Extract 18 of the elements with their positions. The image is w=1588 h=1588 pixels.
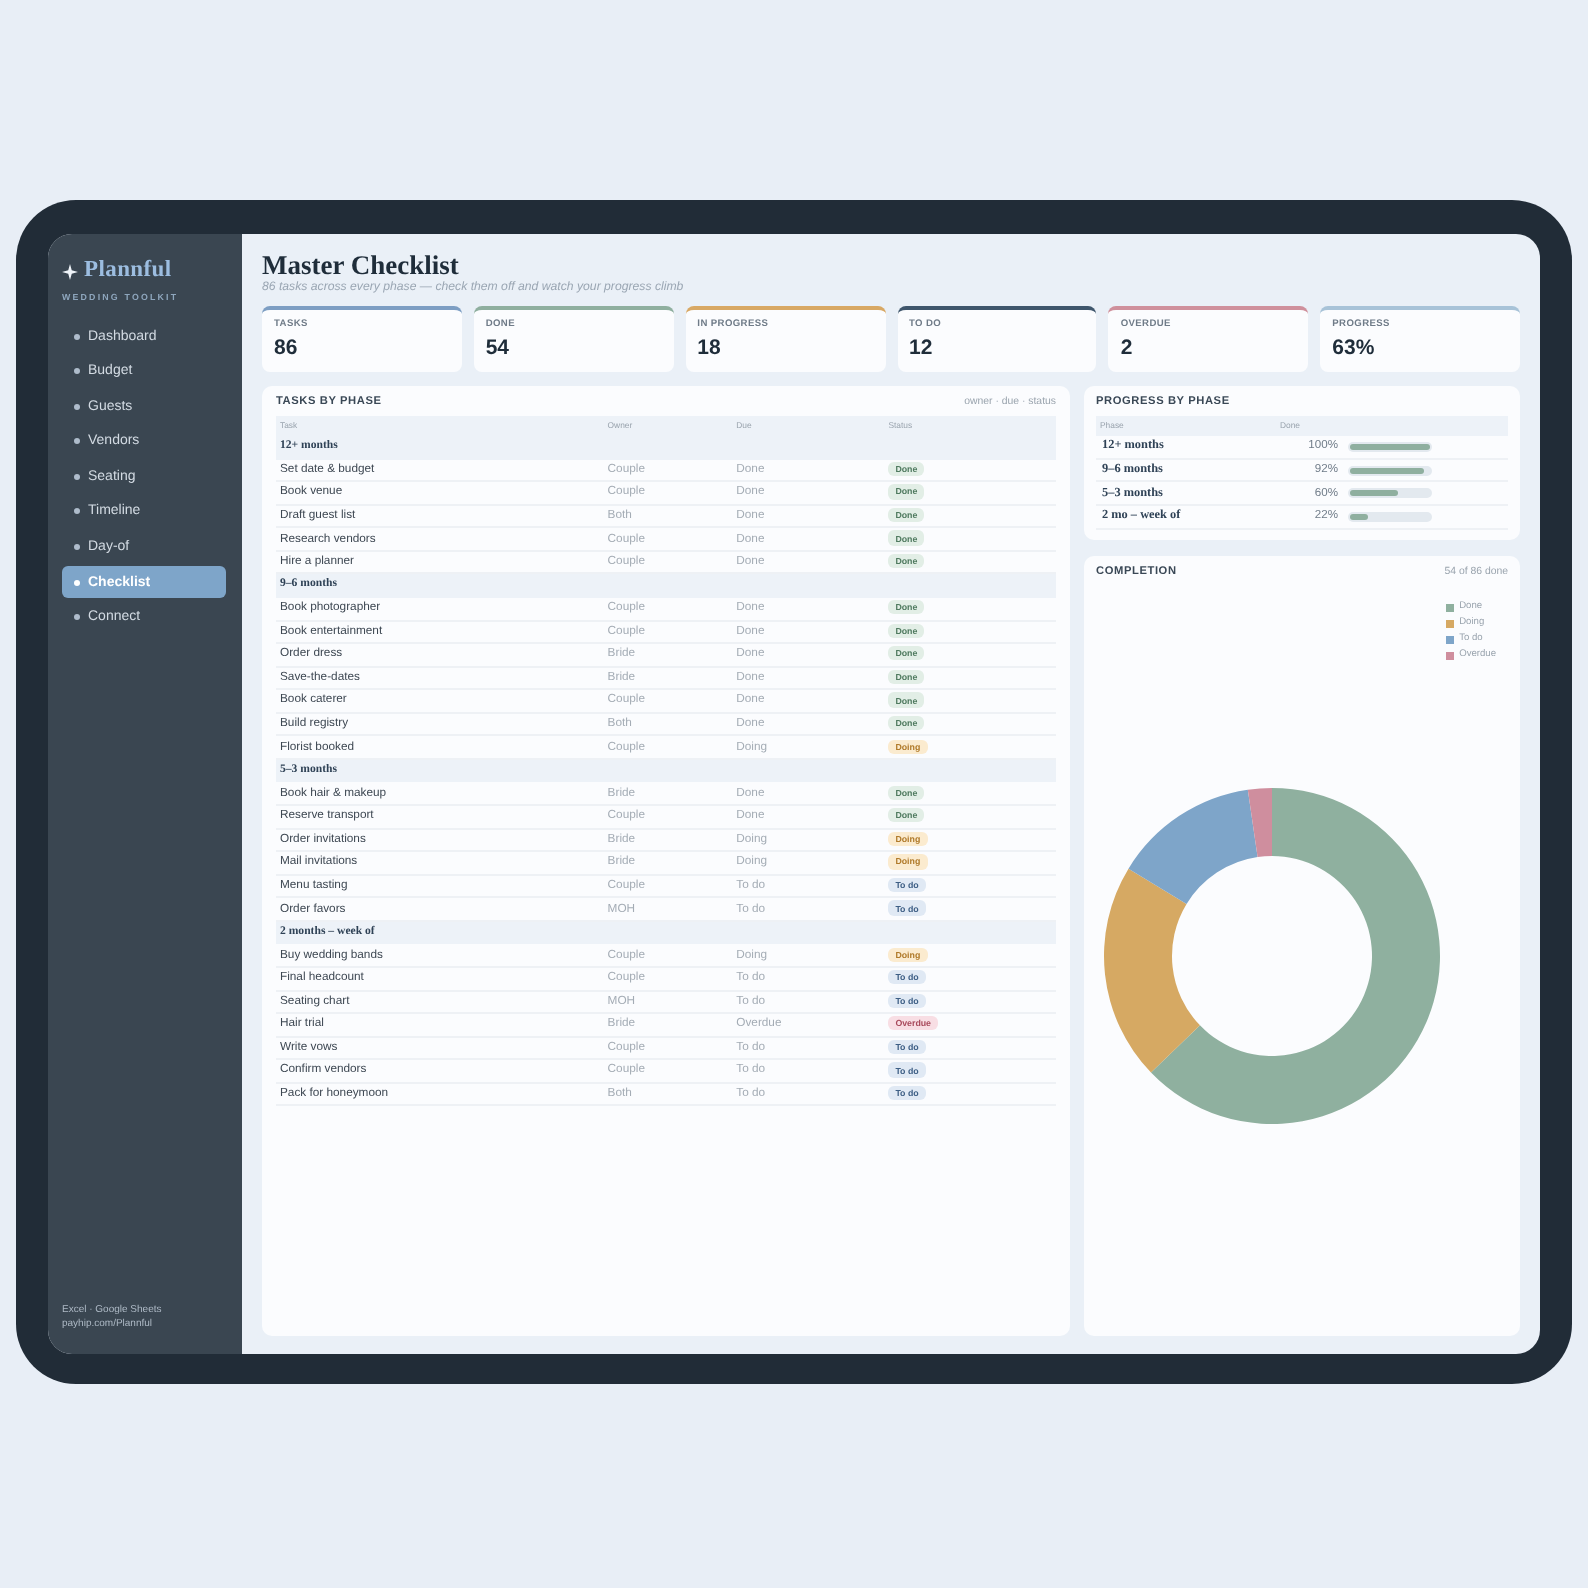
dot-icon bbox=[74, 544, 80, 551]
stat-value: 54 bbox=[485, 336, 512, 362]
stat-value: 63% bbox=[1332, 336, 1377, 362]
dot-icon bbox=[74, 368, 80, 375]
stat-value: 86 bbox=[274, 336, 300, 362]
dot-icon bbox=[74, 333, 80, 339]
page-title: Master Checklist bbox=[262, 250, 461, 280]
stat-value: 2 bbox=[1120, 336, 1135, 362]
dot-icon bbox=[74, 403, 80, 410]
stat-value: 18 bbox=[697, 336, 723, 362]
brand-name: Plannful bbox=[84, 258, 172, 284]
dot-icon bbox=[74, 473, 80, 480]
stat-value: 12 bbox=[909, 336, 935, 362]
dot-icon bbox=[74, 438, 80, 445]
sparkle-icon bbox=[62, 263, 78, 279]
dot-icon bbox=[74, 579, 80, 586]
dot-icon bbox=[74, 508, 80, 515]
dot-icon bbox=[74, 614, 80, 621]
